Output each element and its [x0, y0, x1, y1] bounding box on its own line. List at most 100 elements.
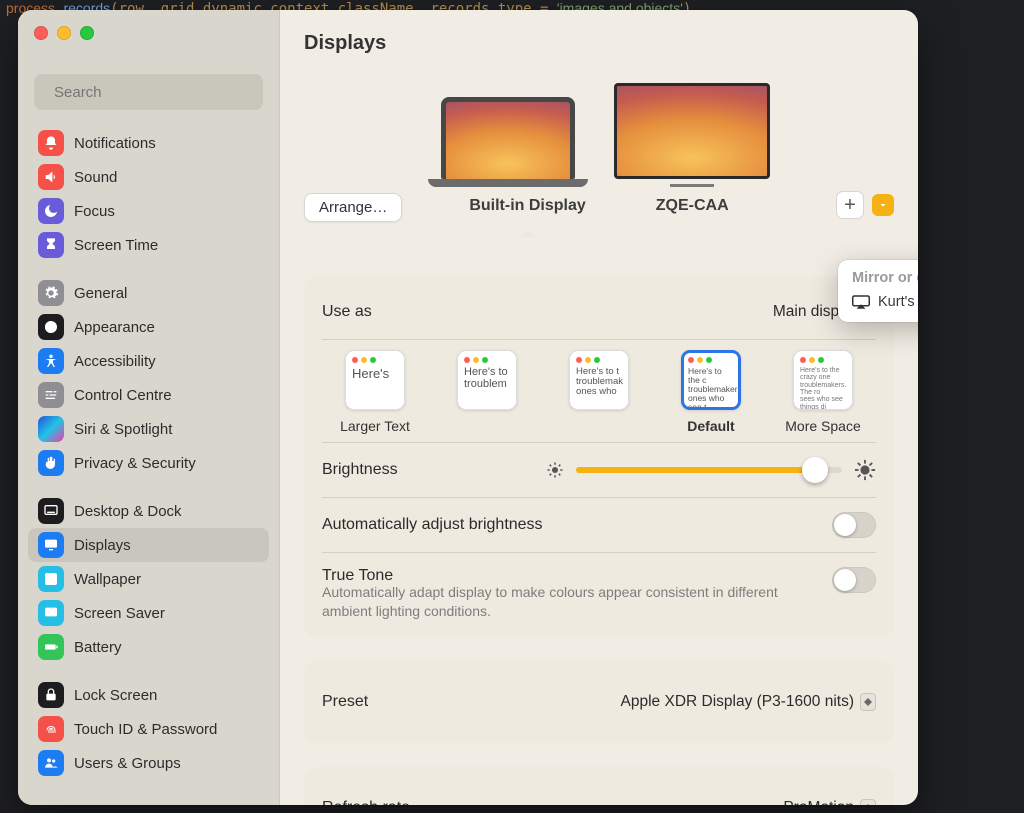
chevron-down-icon	[877, 199, 889, 211]
auto-brightness-toggle[interactable]	[832, 512, 876, 538]
gear-icon	[38, 280, 64, 306]
add-display-button[interactable]: +	[836, 191, 864, 219]
window-controls	[34, 26, 94, 40]
siri-icon	[38, 416, 64, 442]
saver-icon	[38, 600, 64, 626]
sidebar-item-label: Touch ID & Password	[74, 721, 217, 738]
resolution-option-4[interactable]: Here's to the ctroublemakers,ones who se…	[666, 350, 756, 434]
sidebar-item-screen-saver[interactable]: Screen Saver	[28, 596, 269, 630]
sidebar-item-label: Privacy & Security	[74, 455, 196, 472]
display-icon	[38, 532, 64, 558]
brightness-slider[interactable]	[546, 459, 876, 481]
battery-icon	[38, 634, 64, 660]
refresh-value[interactable]: ProMotion	[783, 799, 876, 805]
mirror-extend-popover: Mirror or extend to Kurt's ipad pro	[838, 260, 918, 322]
popover-header: Mirror or extend to	[852, 270, 918, 286]
sidebar-item-label: Accessibility	[74, 353, 156, 370]
sidebar-item-label: Control Centre	[74, 387, 172, 404]
sidebar-item-displays[interactable]: Displays	[28, 528, 269, 562]
stepper-icon	[860, 693, 876, 711]
resolution-caption: Larger Text	[340, 418, 410, 434]
resolution-caption: More Space	[785, 418, 860, 434]
close-button[interactable]	[34, 26, 48, 40]
sidebar-item-users-groups[interactable]: Users & Groups	[28, 746, 269, 780]
refresh-card: Refresh rate ProMotion	[304, 767, 894, 805]
airplay-icon	[852, 295, 870, 309]
stepper-icon	[860, 799, 876, 805]
sidebar-item-touch-id-password[interactable]: Touch ID & Password	[28, 712, 269, 746]
resolution-option-3[interactable]: Here's to ttroublemakones who	[554, 350, 644, 434]
access-icon	[38, 348, 64, 374]
sidebar-item-label: Desktop & Dock	[74, 503, 182, 520]
display-menu-button[interactable]	[872, 194, 894, 216]
external-display-thumb[interactable]	[614, 83, 770, 187]
true-tone-toggle[interactable]	[832, 567, 876, 593]
moon-icon	[38, 198, 64, 224]
sidebar-item-label: Screen Time	[74, 237, 158, 254]
zoom-button[interactable]	[80, 26, 94, 40]
sidebar-item-focus[interactable]: Focus	[28, 194, 269, 228]
search-input[interactable]	[52, 83, 255, 102]
sidebar-item-label: Screen Saver	[74, 605, 165, 622]
sidebar-item-label: Users & Groups	[74, 755, 181, 772]
sidebar-item-privacy-security[interactable]: Privacy & Security	[28, 446, 269, 480]
hand-icon	[38, 450, 64, 476]
sidebar: Notifications Sound Focus Screen Time Genera…	[18, 10, 280, 805]
lock-icon	[38, 682, 64, 708]
sidebar-item-accessibility[interactable]: Accessibility	[28, 344, 269, 378]
resolution-option-5[interactable]: Here's to the crazy onetroublemakers. Th…	[778, 350, 868, 434]
sidebar-item-general[interactable]: General	[28, 276, 269, 310]
hourglass-icon	[38, 232, 64, 258]
sidebar-item-label: Battery	[74, 639, 122, 656]
true-tone-description: Automatically adapt display to make colo…	[322, 583, 832, 621]
auto-brightness-label: Automatically adjust brightness	[322, 516, 543, 534]
sidebar-item-control-centre[interactable]: Control Centre	[28, 378, 269, 412]
display-thumbnails	[304, 83, 894, 187]
settings-window: Notifications Sound Focus Screen Time Genera…	[18, 10, 918, 805]
sidebar-item-label: Lock Screen	[74, 687, 157, 704]
dock-icon	[38, 498, 64, 524]
sidebar-item-battery[interactable]: Battery	[28, 630, 269, 664]
preset-label: Preset	[322, 693, 368, 711]
sidebar-item-label: Focus	[74, 203, 115, 220]
brightness-high-icon	[854, 459, 876, 481]
use-as-label: Use as	[322, 303, 372, 321]
search-field[interactable]	[34, 74, 263, 110]
sidebar-item-notifications[interactable]: Notifications	[28, 126, 269, 160]
sidebar-item-label: Notifications	[74, 135, 156, 152]
finger-icon	[38, 716, 64, 742]
sidebar-item-lock-screen[interactable]: Lock Screen	[28, 678, 269, 712]
device-name-builtin[interactable]: Built-in Display	[469, 197, 585, 215]
content-pane: Displays Arrange… Built-in Display ZQE-C…	[280, 10, 918, 805]
display-settings-card: Use as Main display Here'sLarger TextHer…	[304, 277, 894, 637]
sidebar-item-label: Appearance	[74, 319, 155, 336]
sidebar-item-label: Displays	[74, 537, 131, 554]
page-title: Displays	[304, 32, 894, 55]
sidebar-item-desktop-dock[interactable]: Desktop & Dock	[28, 494, 269, 528]
sound-icon	[38, 164, 64, 190]
sidebar-item-screen-time[interactable]: Screen Time	[28, 228, 269, 262]
sidebar-item-appearance[interactable]: Appearance	[28, 310, 269, 344]
users-icon	[38, 750, 64, 776]
refresh-label: Refresh rate	[322, 799, 410, 805]
popover-device-item[interactable]: Kurt's ipad pro	[852, 292, 918, 312]
sidebar-item-label: Siri & Spotlight	[74, 421, 172, 438]
brightness-label: Brightness	[322, 461, 398, 479]
resolution-option-2[interactable]: Here's to troublem	[442, 350, 532, 434]
preset-value[interactable]: Apple XDR Display (P3-1600 nits)	[621, 693, 876, 711]
device-name-external[interactable]: ZQE-CAA	[656, 197, 729, 215]
sidebar-item-wallpaper[interactable]: Wallpaper	[28, 562, 269, 596]
sliders-icon	[38, 382, 64, 408]
resolution-caption: Default	[687, 418, 734, 434]
sidebar-item-label: Sound	[74, 169, 117, 186]
minimize-button[interactable]	[57, 26, 71, 40]
sidebar-item-label: Wallpaper	[74, 571, 141, 588]
sidebar-item-siri-spotlight[interactable]: Siri & Spotlight	[28, 412, 269, 446]
resolution-option-1[interactable]: Here'sLarger Text	[330, 350, 420, 434]
bell-icon	[38, 130, 64, 156]
sidebar-item-sound[interactable]: Sound	[28, 160, 269, 194]
brightness-low-icon	[546, 461, 564, 479]
builtin-display-thumb[interactable]	[428, 97, 588, 187]
wallpaper-icon	[38, 566, 64, 592]
sidebar-item-label: General	[74, 285, 127, 302]
